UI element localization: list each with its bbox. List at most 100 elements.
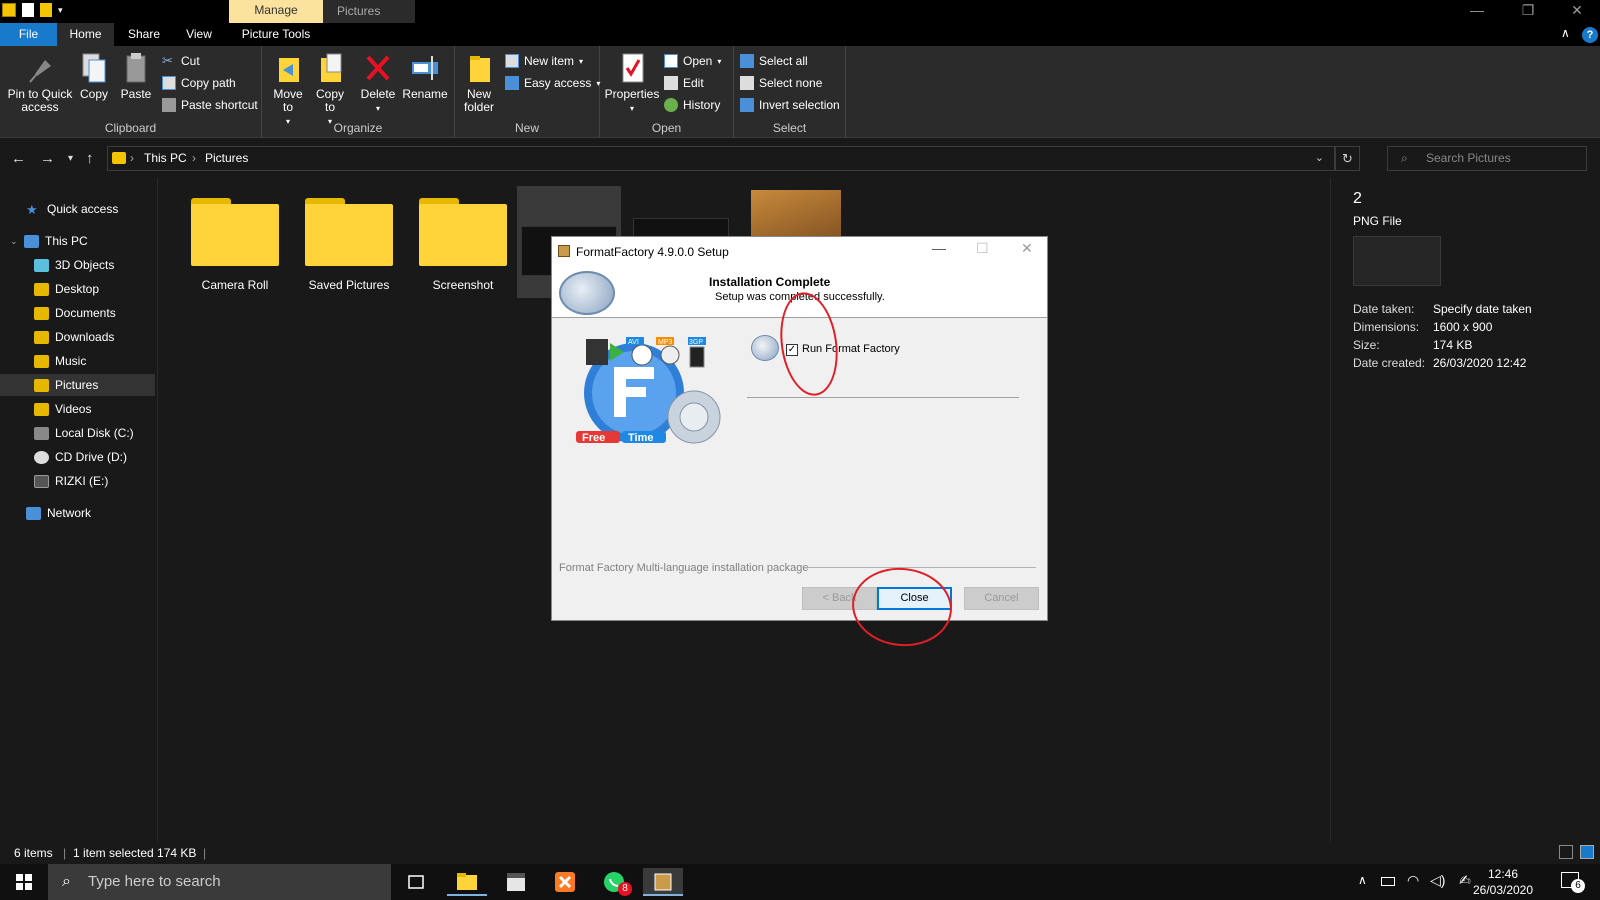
prop-value[interactable]: Specify date taken [1433, 302, 1532, 316]
paste-icon [121, 52, 151, 84]
invert-selection-button[interactable]: Invert selection [740, 95, 840, 115]
task-view-icon[interactable] [396, 868, 436, 896]
breadcrumb-this-pc[interactable]: This PC [144, 151, 187, 165]
tab-manage[interactable]: Manage [229, 0, 323, 23]
breadcrumb-pictures[interactable]: Pictures [205, 151, 248, 165]
minimize-button[interactable]: — [1454, 0, 1500, 23]
paste-shortcut-button[interactable]: Paste shortcut [162, 95, 258, 115]
invert-selection-icon [740, 98, 754, 112]
expand-chevron-icon[interactable]: ⌄ [10, 236, 24, 247]
move-to-button[interactable]: Move to ▾ [270, 52, 306, 128]
new-item-button[interactable]: New item ▾ [505, 51, 583, 71]
help-icon[interactable]: ? [1582, 27, 1598, 43]
taskbar-search-box[interactable]: ⌕ Type here to search [48, 864, 391, 900]
new-folder-icon[interactable] [40, 3, 52, 17]
refresh-icon[interactable]: ↻ [1335, 146, 1360, 171]
battery-icon[interactable] [1381, 877, 1395, 886]
cancel-button[interactable]: Cancel [964, 587, 1039, 610]
address-dropdown-icon[interactable]: ⌄ [1315, 151, 1324, 164]
recent-locations-icon[interactable]: ▾ [68, 153, 73, 164]
edit-label: Edit [683, 76, 704, 90]
tab-home[interactable]: Home [57, 23, 114, 46]
close-window-button[interactable]: ✕ [1554, 0, 1600, 23]
dialog-minimize-button[interactable]: — [932, 240, 946, 256]
format-factory-setup-taskbar-icon[interactable] [643, 868, 683, 896]
search-input[interactable]: ⌕ Search Pictures [1387, 146, 1587, 171]
action-center-icon[interactable]: 6 [1561, 872, 1585, 893]
folder-camera-roll[interactable]: Camera Roll [181, 190, 289, 300]
edit-button[interactable]: Edit [664, 73, 704, 93]
network-icon [26, 506, 41, 520]
sidebar-item-3d-objects[interactable]: 3D Objects [0, 254, 155, 276]
sidebar-item-quick-access[interactable]: ★ Quick access [0, 198, 155, 220]
folder-screenshot[interactable]: Screenshot [409, 190, 517, 300]
paste-button[interactable]: Paste [118, 52, 154, 101]
computer-icon [24, 234, 39, 248]
sidebar-item-network[interactable]: Network [0, 502, 155, 524]
sidebar-item-documents[interactable]: Documents [0, 302, 155, 324]
pictures-icon [34, 378, 49, 392]
start-button[interactable] [0, 864, 48, 900]
new-item-dropdown-icon: ▾ [579, 56, 584, 66]
open-label: Open [683, 54, 713, 68]
clapperboard-app-icon[interactable] [496, 868, 536, 896]
xampp-icon[interactable] [545, 868, 585, 896]
cut-button[interactable]: ✂ Cut [162, 51, 200, 71]
file-explorer-taskbar-icon[interactable] [447, 868, 487, 896]
properties-icon[interactable] [22, 3, 34, 17]
sidebar-item-downloads[interactable]: Downloads [0, 326, 155, 348]
copy-path-button[interactable]: Copy path [162, 73, 236, 93]
rename-button[interactable]: Rename [402, 52, 448, 101]
copy-button[interactable]: Copy [78, 52, 110, 101]
new-folder-button[interactable]: New folder [459, 52, 499, 114]
sidebar-item-pictures[interactable]: Pictures [0, 374, 155, 396]
sidebar-item-label: 3D Objects [55, 258, 115, 272]
folder-label: Screenshot [432, 278, 494, 292]
properties-button[interactable]: Properties ▾ [604, 52, 660, 115]
sidebar-item-cd-drive-d[interactable]: CD Drive (D:) [0, 446, 155, 468]
status-bar: 6 items | 1 item selected 174 KB | [0, 842, 1600, 864]
history-button[interactable]: History [664, 95, 720, 115]
search-icon: ⌕ [1401, 151, 1408, 165]
restore-button[interactable]: ❐ [1505, 0, 1551, 23]
wifi-icon[interactable]: ◠ [1407, 872, 1419, 889]
pin-to-quick-access-button[interactable]: Pin to Quick access [4, 52, 76, 114]
sidebar-item-videos[interactable]: Videos [0, 398, 155, 420]
select-none-button[interactable]: Select none [740, 73, 822, 93]
volume-icon[interactable]: ◁) [1430, 872, 1445, 889]
sidebar-item-rizki-e[interactable]: RIZKI (E:) [0, 470, 155, 492]
tab-picture-tools[interactable]: Picture Tools [229, 23, 323, 46]
open-button[interactable]: Open ▾ [664, 51, 721, 71]
copy-to-button[interactable]: Copy to ▾ [312, 52, 348, 128]
logo-free-text: Free [582, 432, 605, 444]
scissors-icon: ✂ [162, 53, 173, 68]
details-view-icon[interactable] [1559, 845, 1573, 859]
easy-access-button[interactable]: Easy access ▾ [505, 73, 600, 93]
run-app-small-icon [751, 335, 779, 361]
back-arrow-icon[interactable]: ← [11, 150, 26, 167]
customize-qat-icon[interactable]: ▾ [58, 5, 63, 16]
up-arrow-icon[interactable]: ↑ [86, 150, 94, 167]
select-all-button[interactable]: Select all [740, 51, 808, 71]
select-none-label: Select none [759, 76, 823, 90]
sidebar-item-local-disk-c[interactable]: Local Disk (C:) [0, 422, 155, 444]
sidebar-item-music[interactable]: Music [0, 350, 155, 372]
documents-icon [34, 306, 49, 320]
tab-file[interactable]: File [0, 23, 57, 46]
sidebar-item-this-pc[interactable]: ⌄ This PC [0, 230, 155, 252]
installer-icon [558, 245, 570, 257]
sidebar-item-desktop[interactable]: Desktop [0, 278, 155, 300]
tab-share[interactable]: Share [116, 23, 172, 46]
collapse-ribbon-icon[interactable]: ∧ [1561, 26, 1570, 40]
dialog-close-button[interactable]: ✕ [1021, 240, 1033, 257]
large-icons-view-icon[interactable] [1580, 845, 1594, 859]
taskbar-clock[interactable]: 12:46 26/03/2020 [1468, 866, 1538, 898]
folder-saved-pictures[interactable]: Saved Pictures [295, 190, 403, 300]
address-bar[interactable]: › This PC › Pictures ⌄ [107, 146, 1335, 171]
tab-view[interactable]: View [174, 23, 224, 46]
forward-arrow-icon[interactable]: → [40, 150, 55, 167]
dialog-maximize-button[interactable]: ☐ [976, 240, 989, 257]
delete-button[interactable]: Delete ▾ [360, 52, 396, 115]
show-hidden-icons-icon[interactable]: ∧ [1358, 873, 1367, 887]
whatsapp-icon[interactable]: 8 [594, 868, 634, 896]
